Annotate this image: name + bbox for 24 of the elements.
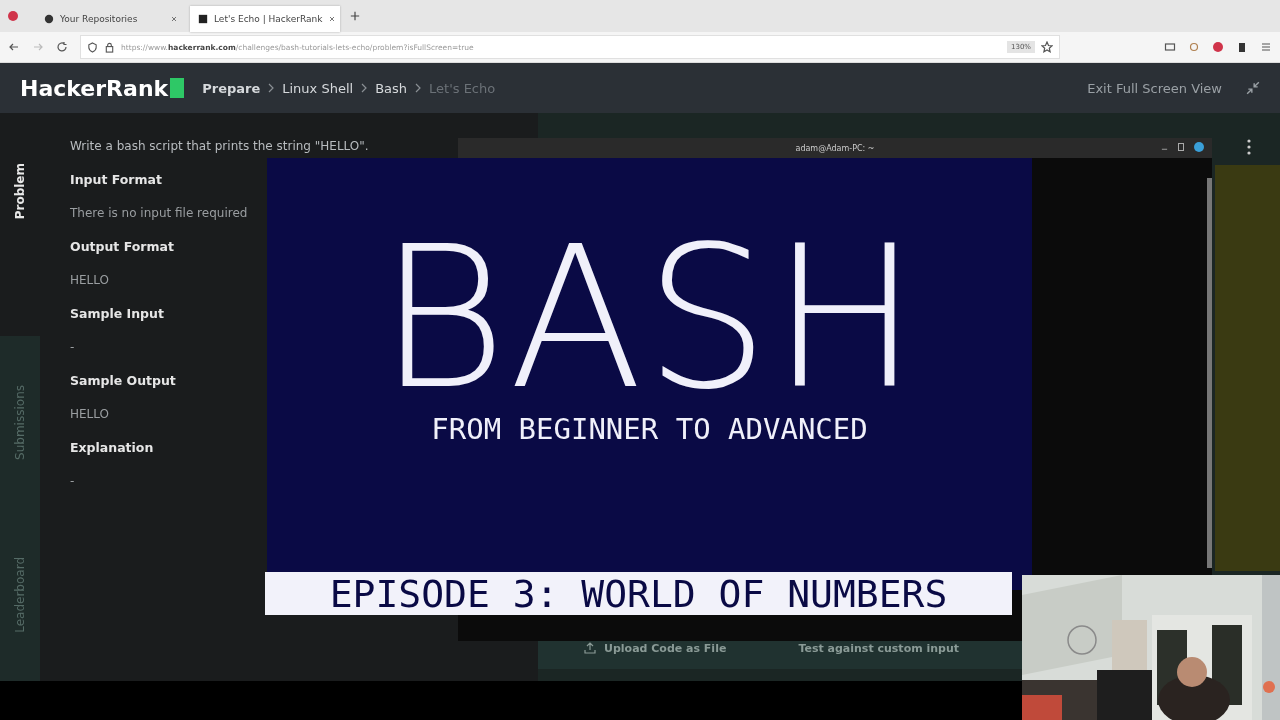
section-text: -	[70, 340, 76, 354]
browser-tab[interactable]: Let's Echo | HackerRank	[190, 6, 340, 32]
terminal-title: adam@Adam-PC: ~	[795, 143, 875, 153]
logo-text[interactable]: HackerRank	[20, 75, 169, 101]
section-heading: Output Format	[70, 239, 175, 254]
section-text: HELLO	[70, 407, 110, 421]
custom-input-button[interactable]: Test against custom input	[792, 640, 966, 656]
breadcrumb-link[interactable]: Bash	[375, 80, 408, 96]
title-text: BASH	[378, 238, 921, 398]
section-text: There is no input file required	[70, 206, 249, 220]
section-text: -	[70, 474, 76, 488]
browser-tab[interactable]: Your Repositories	[36, 6, 186, 32]
problem-statement: Write a bash script that prints the string "HELLO".	[70, 139, 370, 153]
breadcrumb-link[interactable]: Prepare	[202, 80, 261, 96]
section-heading: Sample Output	[70, 373, 177, 388]
episode-banner: EPISODE 3: WORLD OF NUMBERS	[265, 572, 1012, 615]
subtitle-text: FROM BEGINNER TO ADVANCED	[431, 412, 868, 446]
section-heading: Input Format	[70, 172, 163, 187]
section-heading: Explanation	[70, 440, 155, 455]
breadcrumb-link[interactable]: Linux Shell	[282, 80, 354, 96]
section-heading: Sample Input	[70, 306, 165, 321]
section-text: HELLO	[70, 273, 110, 287]
exit-fullscreen-link[interactable]: Exit Full Screen View	[1081, 79, 1228, 97]
upload-button[interactable]: Upload Code as File	[578, 640, 733, 656]
